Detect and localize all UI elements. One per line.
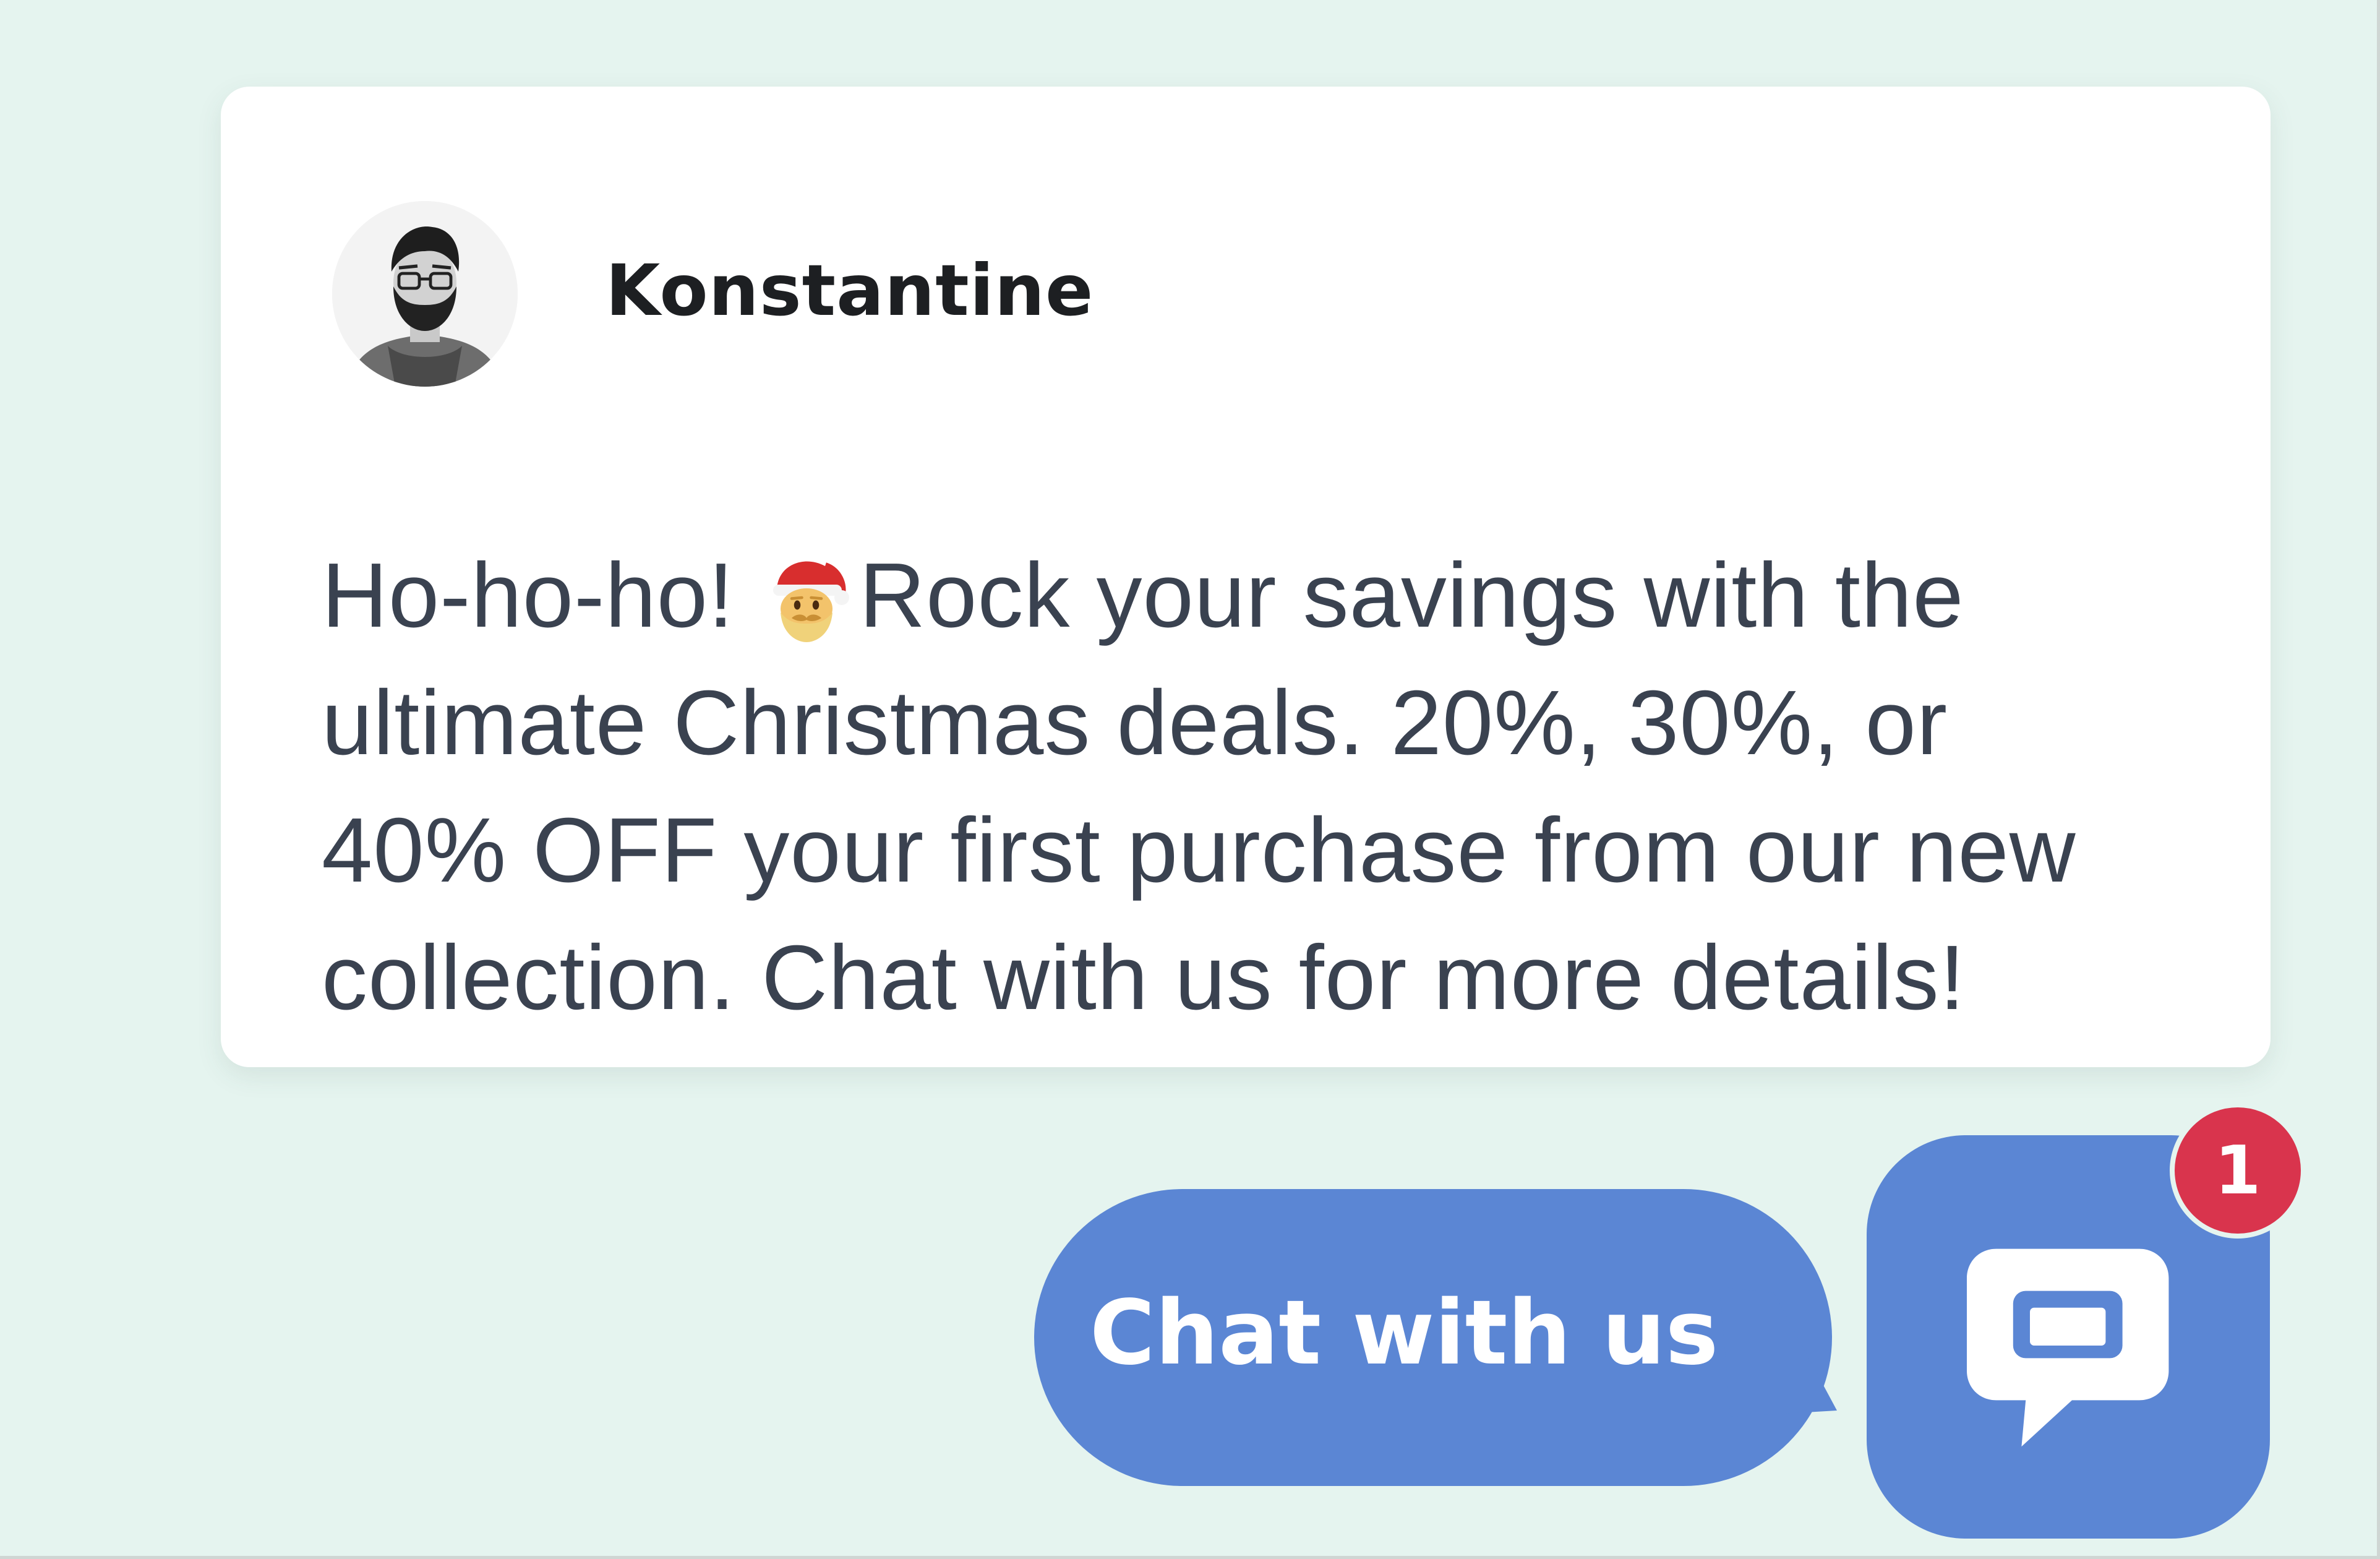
chat-with-us-button[interactable]: Chat with us! (1034, 1189, 1832, 1486)
agent-avatar-photo-icon (332, 201, 518, 387)
message-text: Rock your savings with the (859, 544, 1964, 646)
message-line: collection. Chat with us for more detail… (322, 927, 1966, 1029)
agent-avatar (332, 201, 518, 387)
santa-claus-emoji-icon (760, 551, 853, 644)
chat-with-us-label: Chat with us! (1089, 1281, 1760, 1385)
agent-name: Konstantine (606, 249, 1094, 332)
speech-tail-icon (1719, 1287, 1837, 1417)
message-line: ultimate Christmas deals. 20%, 30%, or (322, 672, 1948, 774)
chat-bubble-icon (1967, 1248, 2169, 1447)
promo-message: Ho-ho-ho! Rock your savings with the ult… (322, 532, 2208, 1042)
message-text: Ho-ho-ho! (322, 544, 761, 646)
message-line: 40% OFF your first purchase from our new (322, 799, 2076, 901)
chat-invitation-card[interactable]: Konstantine Ho-ho-ho! Rock your savings … (221, 87, 2271, 1067)
unread-count-badge: 1 (2170, 1102, 2306, 1239)
message-line: Ho-ho-ho! Rock your savings with the (322, 532, 2208, 659)
